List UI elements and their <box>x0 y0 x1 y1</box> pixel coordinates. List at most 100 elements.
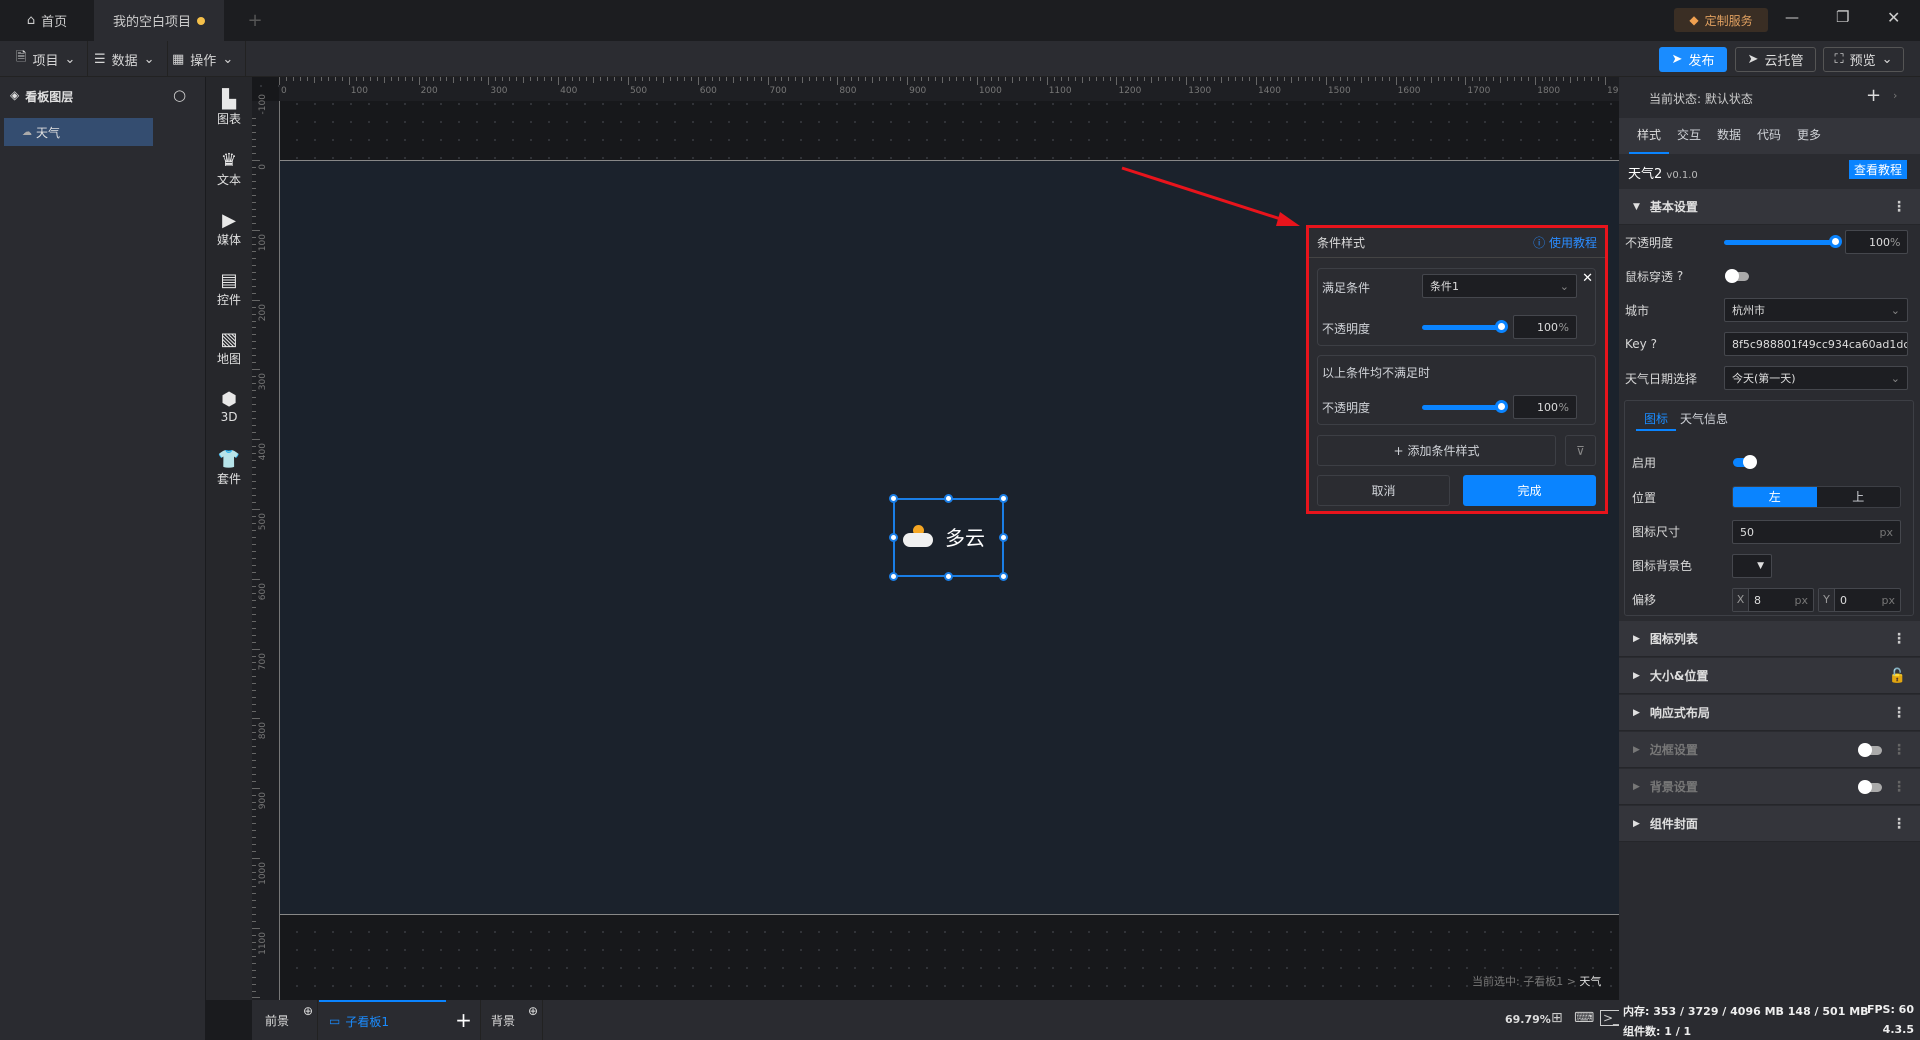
tab-style[interactable]: 样式 <box>1629 118 1669 154</box>
subtab-weather-info[interactable]: 天气信息 <box>1680 409 1728 429</box>
mouse-through-toggle[interactable] <box>1725 269 1749 283</box>
icon-size-input[interactable]: 50 px <box>1732 520 1901 544</box>
tool-chart[interactable]: ▙ 图表 <box>206 90 252 127</box>
tool-map[interactable]: ▧ 地图 <box>206 330 252 367</box>
restore-button[interactable]: ❐ <box>1836 8 1849 26</box>
cloud-hosting-button[interactable]: ➤ 云托管 <box>1735 47 1816 72</box>
more-icon[interactable]: ⋮ <box>1892 779 1906 795</box>
opacity-input[interactable]: 100% <box>1845 230 1908 254</box>
tab-foreground[interactable]: 前景 ⊕ <box>255 1000 318 1040</box>
offset-x-input[interactable]: X 8 px <box>1732 588 1814 612</box>
section-icon-list[interactable]: ▶ 图标列表 ⋮ <box>1619 621 1920 657</box>
more-icon[interactable]: ⋮ <box>1892 199 1906 215</box>
city-select[interactable]: 杭州市 ⌄ <box>1724 298 1908 322</box>
publish-button[interactable]: ➤ 发布 <box>1659 47 1727 72</box>
search-icon[interactable]: ○ <box>173 86 186 104</box>
resize-handle[interactable] <box>889 533 898 542</box>
tab-interaction[interactable]: 交互 <box>1669 118 1709 154</box>
section-border[interactable]: ▶ 边框设置 ⋮ <box>1619 732 1920 768</box>
position-top[interactable]: 上 <box>1816 487 1900 507</box>
tab-board-1[interactable]: ▭ 子看板1 <box>319 1000 446 1040</box>
keyboard-icon[interactable]: ⌨ <box>1574 1010 1594 1026</box>
done-button[interactable]: 完成 <box>1463 475 1596 506</box>
close-window-button[interactable]: ✕ <box>1887 8 1900 27</box>
custom-service-button[interactable]: ◆ 定制服务 <box>1674 8 1768 32</box>
minimize-button[interactable]: — <box>1785 10 1799 26</box>
lock-icon[interactable]: 🔓 <box>1889 668 1906 684</box>
section-basic[interactable]: ▼ 基本设置 ⋮ <box>1619 189 1920 225</box>
tool-kit[interactable]: 👕 套件 <box>206 450 252 487</box>
background-toggle[interactable] <box>1858 780 1882 794</box>
resize-handle[interactable] <box>999 572 1008 581</box>
add-condition-button[interactable]: + 添加条件样式 <box>1317 435 1556 466</box>
slider-knob[interactable] <box>1829 235 1842 248</box>
more-icon[interactable]: ⋮ <box>1892 705 1906 721</box>
add-board-button[interactable]: + <box>447 1000 480 1040</box>
section-background[interactable]: ▶ 背景设置 ⋮ <box>1619 769 1920 805</box>
resize-handle[interactable] <box>999 533 1008 542</box>
help-link[interactable]: ⓘ 使用教程 <box>1533 234 1597 251</box>
condition-select[interactable]: 条件1 ⌄ <box>1422 274 1577 298</box>
menu-operate[interactable]: ▦ 操作 ⌄ <box>160 41 247 77</box>
opacity-input[interactable]: 100% <box>1513 315 1577 339</box>
preview-button[interactable]: ⛶ 预览 ⌄ <box>1823 47 1904 72</box>
layer-item-weather[interactable]: ☁ 天气 <box>4 118 153 146</box>
offset-y-input[interactable]: Y 0 px <box>1818 588 1901 612</box>
ruler-tick <box>252 711 256 713</box>
cancel-button[interactable]: 取消 <box>1317 475 1450 506</box>
row-opacity: 不透明度 <box>1625 235 1674 250</box>
opacity-slider[interactable] <box>1724 235 1842 248</box>
tab-background[interactable]: 背景 ⊕ <box>480 1000 543 1040</box>
date-select[interactable]: 今天(第一天) ⌄ <box>1724 366 1908 390</box>
icon-bg-color-picker[interactable]: ▼ <box>1732 554 1772 578</box>
section-size-position[interactable]: ▶ 大小&位置 🔓 <box>1619 658 1920 694</box>
resize-handle[interactable] <box>999 494 1008 503</box>
filter-add-button[interactable]: ⊽ <box>1565 435 1596 466</box>
opacity-slider[interactable] <box>1422 320 1508 333</box>
add-circle-icon[interactable]: ⊕ <box>528 1004 538 1018</box>
filter-icon: ⊽ <box>1576 443 1585 458</box>
resize-handle[interactable] <box>944 494 953 503</box>
layers-icon: ◈ <box>10 88 20 102</box>
more-icon[interactable]: ⋮ <box>1892 742 1906 758</box>
more-icon[interactable]: ⋮ <box>1892 631 1906 647</box>
slider-knob[interactable] <box>1495 320 1508 333</box>
ruler-tick <box>1137 77 1139 81</box>
tab-home[interactable]: ⌂ 首页 <box>0 0 94 41</box>
add-circle-icon[interactable]: ⊕ <box>303 1004 313 1018</box>
tutorial-button[interactable]: 查看教程 <box>1849 160 1907 179</box>
chevron-right-icon[interactable]: › <box>1893 89 1897 102</box>
add-state-button[interactable]: + <box>1866 85 1881 106</box>
slider-knob[interactable] <box>1495 400 1508 413</box>
key-input[interactable]: 8f5c988801f49cc934ca60ad1dc1a1 <box>1724 332 1908 356</box>
tool-3d[interactable]: ⬢ 3D <box>206 390 252 425</box>
border-toggle[interactable] <box>1858 743 1882 757</box>
enable-toggle[interactable] <box>1733 455 1757 469</box>
subtab-icon[interactable]: 图标 <box>1636 409 1676 431</box>
position-left[interactable]: 左 <box>1733 487 1817 507</box>
new-tab-button[interactable]: + <box>240 0 270 41</box>
menu-data[interactable]: ☰ 数据 ⌄ <box>82 41 168 77</box>
fit-screen-icon[interactable]: ⊞ <box>1551 1010 1563 1026</box>
else-opacity-input[interactable]: 100% <box>1513 395 1577 419</box>
tool-media[interactable]: ▶ 媒体 <box>206 211 252 248</box>
else-opacity-slider[interactable] <box>1422 400 1508 413</box>
tool-widget[interactable]: ▤ 控件 <box>206 271 252 308</box>
more-icon[interactable]: ⋮ <box>1892 816 1906 832</box>
zoom-level[interactable]: 69.79% <box>1505 1013 1551 1026</box>
section-responsive[interactable]: ▶ 响应式布局 ⋮ <box>1619 695 1920 731</box>
resize-handle[interactable] <box>944 572 953 581</box>
tab-project[interactable]: 我的空白项目 <box>94 0 224 41</box>
resize-handle[interactable] <box>889 572 898 581</box>
tab-code[interactable]: 代码 <box>1749 118 1789 154</box>
tool-text[interactable]: ♛ 文本 <box>206 151 252 188</box>
tab-data[interactable]: 数据 <box>1709 118 1749 154</box>
ruler-label: 1500 <box>1327 86 1351 96</box>
menu-project[interactable]: 🗎 项目 ⌄ <box>4 41 89 77</box>
remove-condition-button[interactable]: ✕ <box>1582 271 1593 286</box>
section-cover[interactable]: ▶ 组件封面 ⋮ <box>1619 806 1920 842</box>
annotation-arrow <box>1121 166 1300 226</box>
resize-handle[interactable] <box>889 494 898 503</box>
tab-more[interactable]: 更多 <box>1789 118 1829 154</box>
weather-widget[interactable]: 多云 <box>889 494 1008 581</box>
